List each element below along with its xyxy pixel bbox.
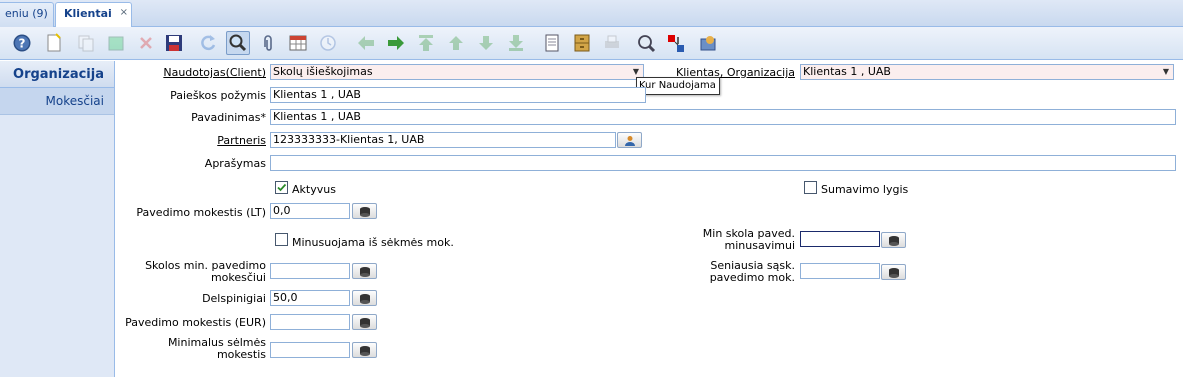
calculator-icon	[888, 267, 899, 278]
min-debt-label-line2: minusavimui	[724, 239, 796, 252]
save-icon[interactable]	[162, 31, 186, 55]
oldest-invoice-calculator-button[interactable]	[881, 264, 906, 280]
min-success-calculator-button[interactable]	[352, 342, 377, 358]
min-success-input[interactable]	[270, 342, 350, 358]
client-value: Skolų išieškojimas	[273, 65, 373, 78]
zoom-across-icon[interactable]	[634, 31, 658, 55]
copy-record-icon[interactable]	[74, 31, 98, 55]
svg-text:?: ?	[19, 37, 26, 51]
partner-lookup-button[interactable]	[617, 132, 642, 148]
fee-lt-label: Pavedimo mokestis (LT)	[136, 206, 266, 219]
penalty-label: Delspinigiai	[202, 292, 266, 305]
partner-input[interactable]: 123333333-Klientas 1, UAB	[270, 132, 616, 148]
print-icon[interactable]	[600, 31, 624, 55]
min-debt-input[interactable]	[800, 231, 880, 247]
calculator-icon	[359, 345, 370, 356]
calculator-icon	[359, 317, 370, 328]
summary-level-checkbox[interactable]	[804, 181, 817, 194]
summary-level-label: Sumavimo lygis	[821, 183, 909, 196]
tab-strip: eniu (9) Klientai ×	[0, 0, 1183, 28]
org-value: Klientas 1 , UAB	[803, 65, 891, 78]
left-navigation: Organizacija Mokesčiai	[0, 61, 115, 377]
request-icon[interactable]	[696, 31, 720, 55]
min-fee-calculator-button[interactable]	[352, 263, 377, 279]
tooltip: Kur Naudojama	[636, 77, 720, 95]
attachment-icon[interactable]	[256, 31, 280, 55]
calculator-icon	[359, 293, 370, 304]
client-select[interactable]: Skolų išieškojimas ▼	[270, 64, 644, 80]
fee-eur-label: Pavedimo mokestis (EUR)	[125, 316, 266, 329]
penalty-input[interactable]: 50,0	[270, 290, 350, 306]
deduct-from-success-checkbox[interactable]	[275, 233, 288, 246]
client-label[interactable]: Naudotojas(Client)	[163, 67, 266, 79]
description-label: Aprašymas	[204, 157, 266, 170]
help-icon[interactable]: ?	[10, 31, 34, 55]
grid-toggle-icon[interactable]	[286, 31, 310, 55]
last-record-icon[interactable]	[504, 31, 528, 55]
nav-header-organizacija[interactable]: Organizacija	[0, 61, 114, 88]
history-icon[interactable]	[316, 31, 340, 55]
toolbar: ?	[0, 27, 1183, 60]
min-fee-input[interactable]	[270, 263, 350, 279]
new-record-icon[interactable]	[42, 31, 66, 55]
partner-icon	[624, 135, 635, 146]
name-label: Pavadinimas*	[191, 111, 266, 124]
tab-klientai[interactable]: Klientai ×	[55, 2, 132, 28]
chevron-down-icon[interactable]: ▼	[1160, 66, 1172, 78]
calculator-icon	[359, 206, 370, 217]
refresh-icon[interactable]	[196, 31, 220, 55]
next-record-icon[interactable]	[474, 31, 498, 55]
search-key-label: Paieškos požymis	[170, 89, 266, 102]
forward-icon[interactable]	[384, 31, 408, 55]
description-input[interactable]	[270, 155, 1176, 171]
penalty-calculator-button[interactable]	[352, 290, 377, 306]
back-icon[interactable]	[354, 31, 378, 55]
workflow-icon[interactable]	[664, 31, 688, 55]
search-key-input[interactable]: Klientas 1 , UAB	[270, 87, 646, 103]
min-fee-label-line2: mokesčiui	[210, 271, 266, 284]
min-success-label-line2: mokestis	[216, 348, 266, 361]
tab-previous[interactable]: eniu (9)	[0, 2, 54, 27]
org-select[interactable]: Klientas 1 , UAB ▼	[800, 64, 1174, 80]
first-record-icon[interactable]	[414, 31, 438, 55]
find-icon[interactable]	[226, 31, 250, 55]
fee-lt-calculator-button[interactable]	[352, 203, 377, 219]
checkmark-icon	[277, 183, 287, 192]
active-checkbox[interactable]	[275, 181, 288, 194]
tab-label: eniu (9)	[5, 7, 48, 20]
fee-lt-input[interactable]: 0,0	[270, 203, 350, 219]
tab-label: Klientai	[64, 7, 112, 20]
calculator-icon	[359, 266, 370, 277]
calculator-icon	[888, 235, 899, 246]
nav-item-mokesciai[interactable]: Mokesčiai	[0, 88, 114, 115]
fee-eur-calculator-button[interactable]	[352, 314, 377, 330]
fee-eur-input[interactable]	[270, 314, 350, 330]
oldest-invoice-input[interactable]	[800, 263, 880, 279]
oldest-invoice-label-line2: pavedimo mok.	[709, 271, 795, 284]
name-input[interactable]: Klientas 1 , UAB	[270, 109, 1176, 125]
partner-label[interactable]: Partneris	[217, 135, 266, 147]
close-icon[interactable]: ×	[120, 3, 128, 24]
report-icon[interactable]	[540, 31, 564, 55]
archive-icon[interactable]	[570, 31, 594, 55]
delete-all-icon[interactable]	[104, 31, 128, 55]
active-label: Aktyvus	[292, 183, 336, 196]
deduct-from-success-label: Minusuojama iš sėkmės mok.	[292, 236, 454, 249]
delete-icon[interactable]	[134, 31, 158, 55]
previous-record-icon[interactable]	[444, 31, 468, 55]
min-debt-calculator-button[interactable]	[881, 232, 906, 248]
